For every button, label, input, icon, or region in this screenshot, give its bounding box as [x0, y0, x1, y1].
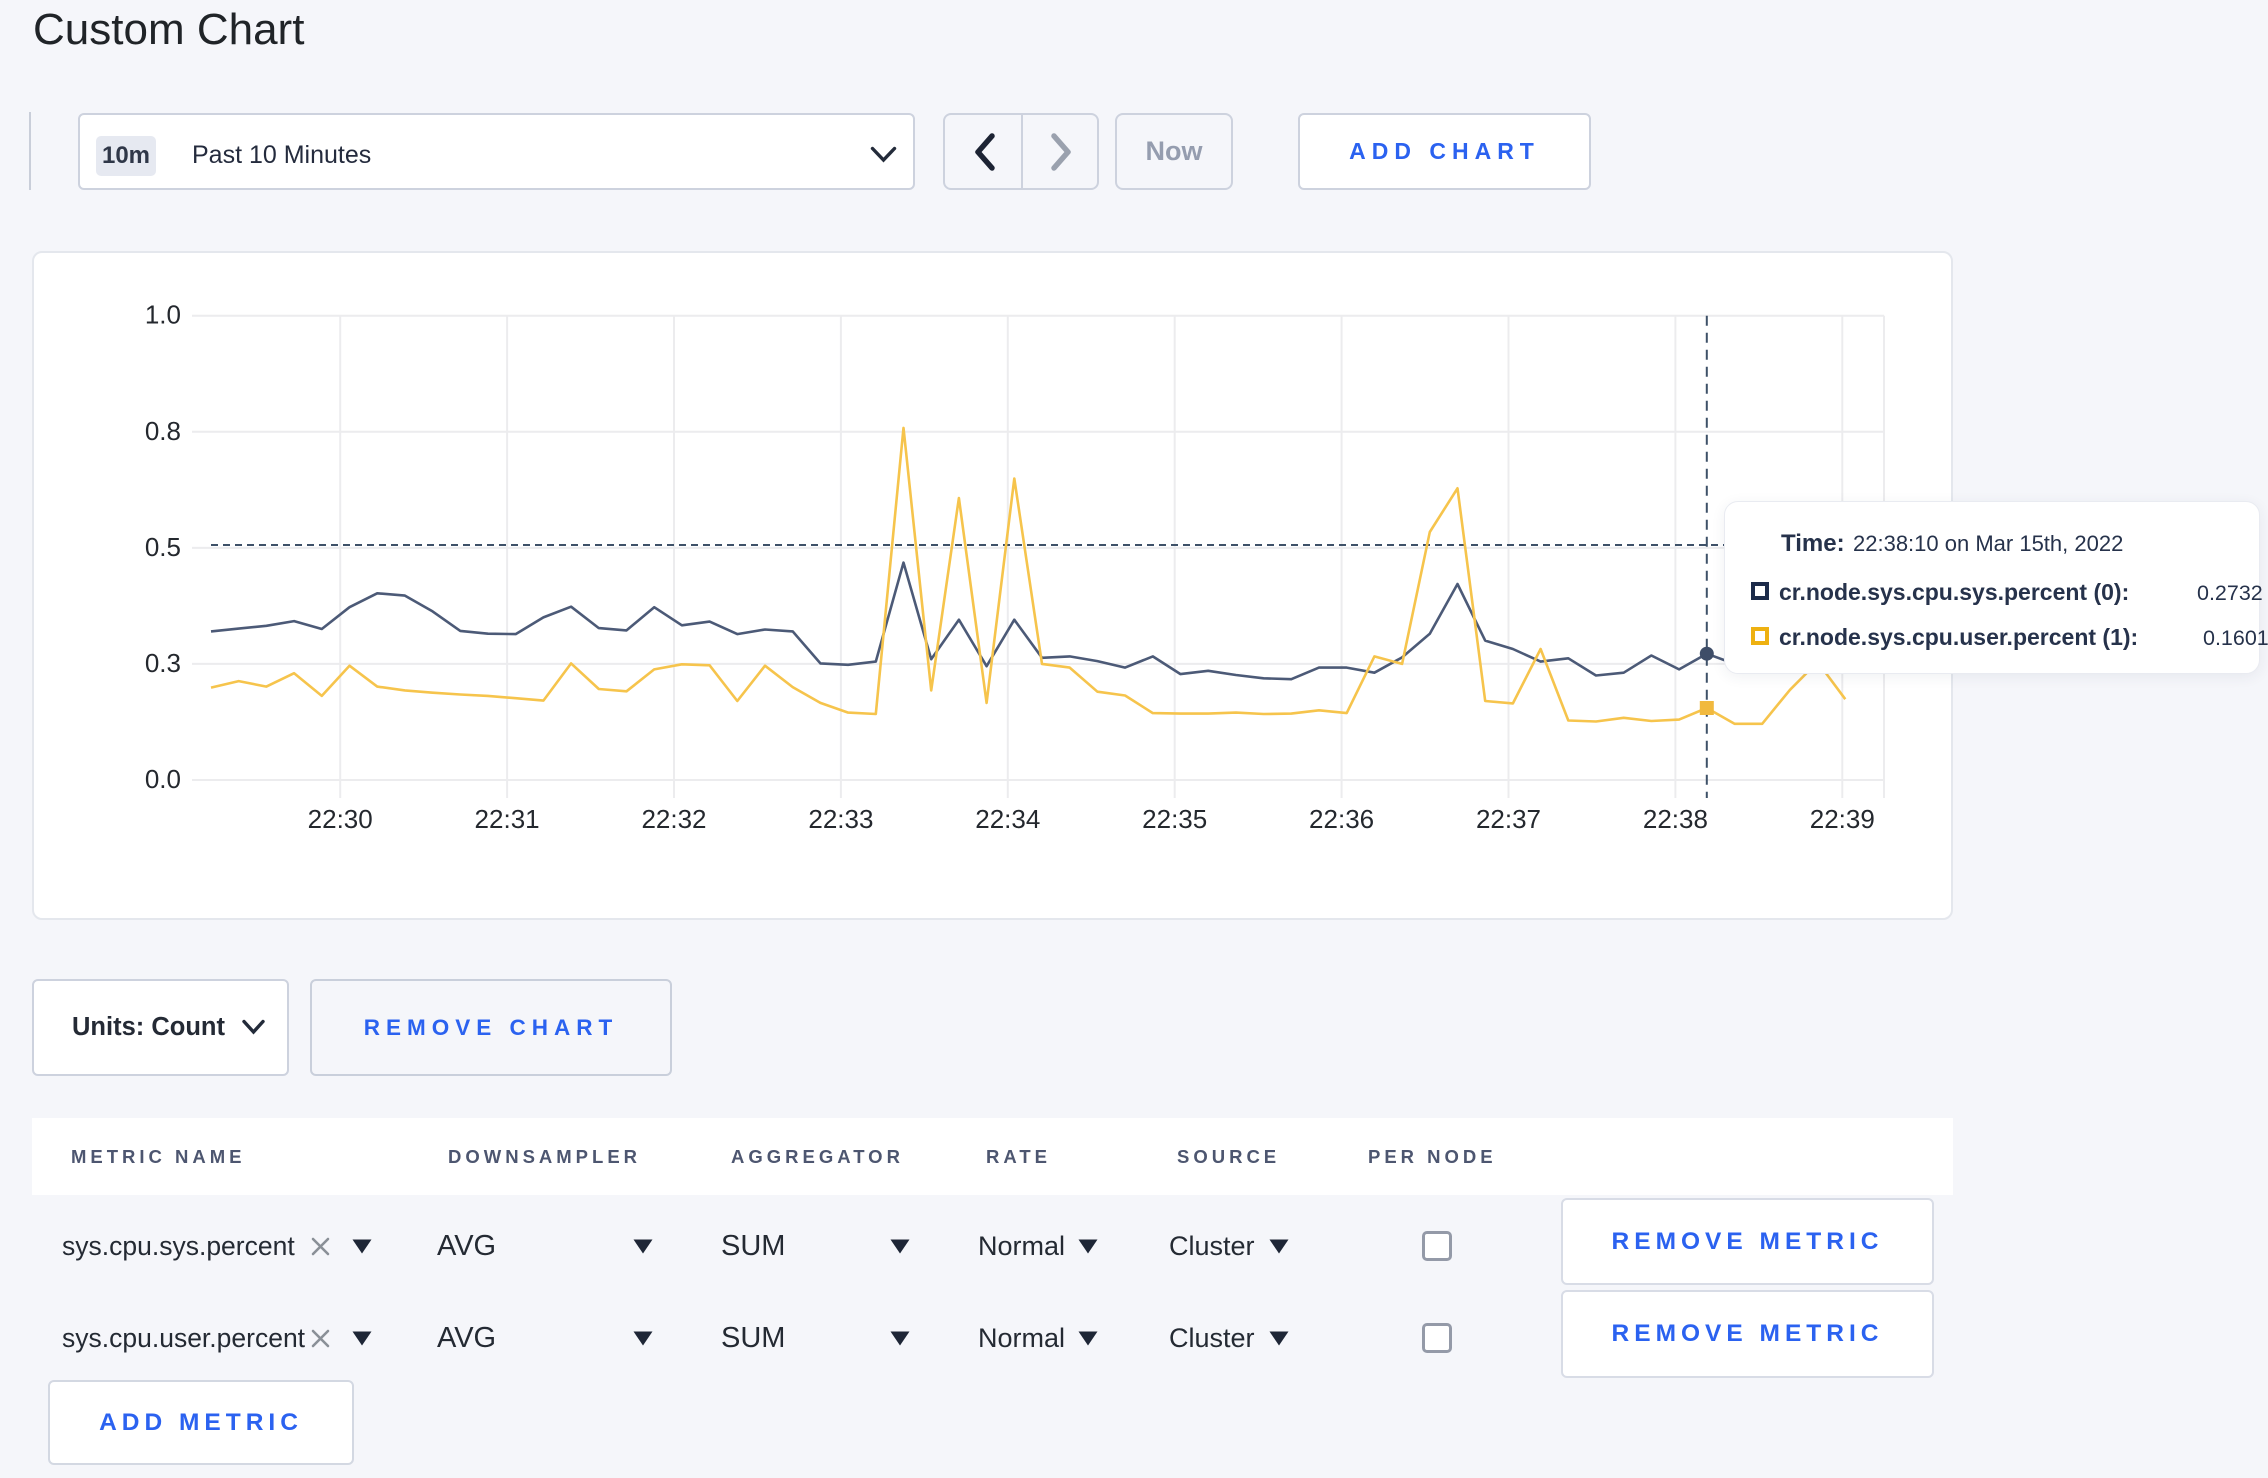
- svg-text:22:38: 22:38: [1643, 804, 1708, 834]
- svg-text:0.3: 0.3: [145, 648, 181, 678]
- svg-text:22:36: 22:36: [1309, 804, 1374, 834]
- svg-text:22:30: 22:30: [308, 804, 373, 834]
- svg-text:0.8: 0.8: [145, 416, 181, 446]
- svg-text:22:31: 22:31: [475, 804, 540, 834]
- svg-text:0.0: 0.0: [145, 764, 181, 794]
- svg-text:22:37: 22:37: [1476, 804, 1541, 834]
- svg-text:22:33: 22:33: [808, 804, 873, 834]
- svg-text:22:34: 22:34: [975, 804, 1040, 834]
- svg-text:0.5: 0.5: [145, 532, 181, 562]
- svg-text:22:35: 22:35: [1142, 804, 1207, 834]
- svg-text:1.0: 1.0: [145, 300, 181, 330]
- svg-text:22:39: 22:39: [1810, 804, 1875, 834]
- svg-text:22:32: 22:32: [641, 804, 706, 834]
